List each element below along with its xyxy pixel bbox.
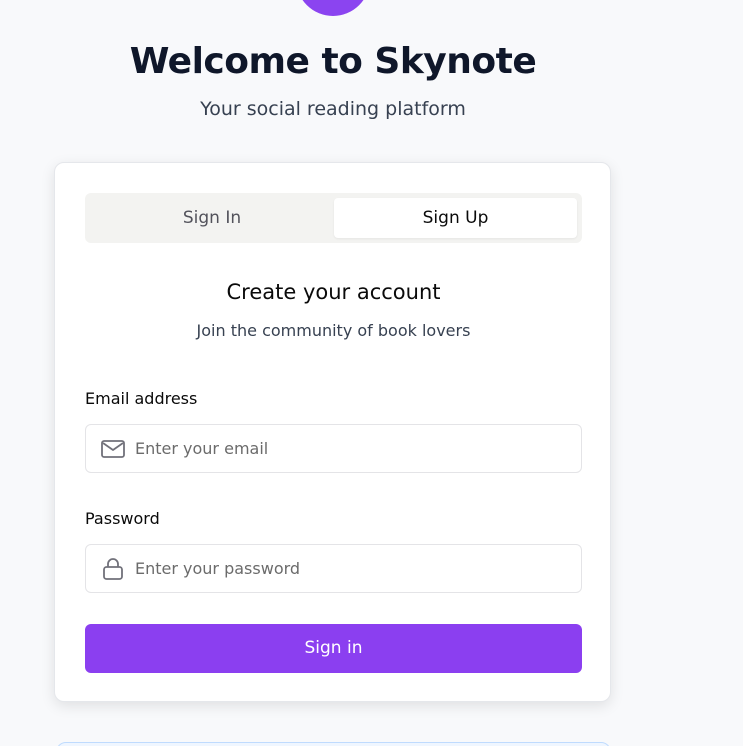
- email-label: Email address: [85, 389, 198, 408]
- password-label: Password: [85, 509, 160, 528]
- secondary-card-edge: [56, 742, 611, 746]
- mail-icon: [100, 437, 126, 461]
- email-input[interactable]: [135, 425, 565, 472]
- signup-page: Welcome to Skynote Your social reading p…: [0, 0, 743, 746]
- password-field-container: [85, 544, 582, 593]
- submit-button[interactable]: Sign in: [85, 624, 582, 673]
- auth-tabs: Sign In Sign Up: [85, 193, 582, 243]
- password-input[interactable]: [135, 545, 565, 592]
- form-subheading: Join the community of book lovers: [196, 321, 471, 340]
- email-field-container: [85, 424, 582, 473]
- form-heading: Create your account: [226, 280, 441, 304]
- tab-sign-in[interactable]: Sign In: [90, 198, 334, 238]
- page-title: Welcome to Skynote: [129, 41, 537, 82]
- auth-card: Sign In Sign Up Create your account Join…: [54, 162, 611, 702]
- lock-icon: [100, 557, 126, 581]
- app-logo: [296, 0, 370, 16]
- tab-sign-up[interactable]: Sign Up: [334, 198, 577, 238]
- page-subtitle: Your social reading platform: [200, 98, 466, 120]
